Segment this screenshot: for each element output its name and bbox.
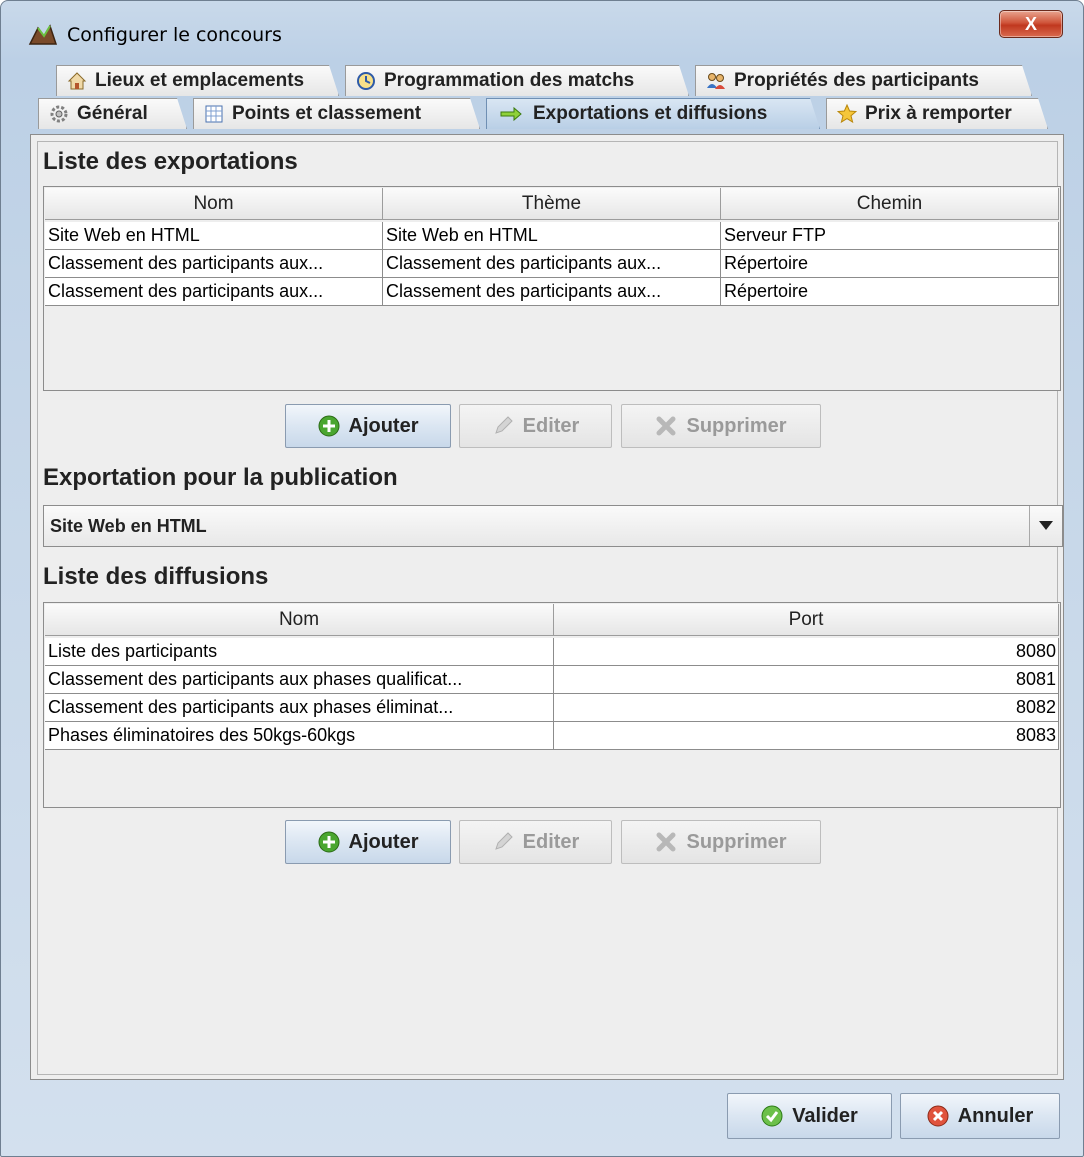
cancel-button[interactable]: Annuler [900,1093,1060,1139]
cell-nom: Classement des participants aux phases q… [45,666,554,694]
tab-label: Points et classement [232,103,422,124]
dropdown-button[interactable] [1029,506,1062,546]
delete-x-icon [656,832,676,852]
diffusions-table: Nom Port Liste des participants 8080 Cla… [43,602,1061,808]
tab-label: Prix à remporter [865,103,1012,124]
exports-delete-button[interactable]: Supprimer [621,404,821,448]
house-icon [67,71,87,91]
button-label: Supprimer [686,414,787,437]
button-label: Editer [522,414,580,437]
publication-select[interactable]: Site Web en HTML [43,505,1063,547]
cell-nom: Liste des participants [45,638,554,666]
tab-proprietes[interactable]: Propriétés des participants [695,65,1032,96]
cell-chemin: Répertoire [721,278,1059,306]
exports-edit-button[interactable]: Editer [459,404,612,448]
publication-title: Exportation pour la publication [43,464,398,491]
button-label: Editer [522,830,580,853]
button-label: Ajouter [348,830,419,853]
arrow-right-icon [497,104,525,124]
tab-prix[interactable]: Prix à remporter [826,98,1048,129]
table-row[interactable]: Site Web en HTML Site Web en HTML Serveu… [45,222,1059,250]
diffusions-delete-button[interactable]: Supprimer [621,820,821,864]
publication-selected-value: Site Web en HTML [50,516,207,536]
exports-title: Liste des exportations [43,148,298,175]
cell-theme: Classement des participants aux... [383,278,721,306]
cell-chemin: Répertoire [721,250,1059,278]
close-icon: X [1024,13,1037,34]
diffusions-edit-button[interactable]: Editer [459,820,612,864]
cell-nom: Classement des participants aux... [45,250,383,278]
table-row[interactable]: Classement des participants aux phases é… [45,694,1059,722]
table-icon [204,104,224,124]
plus-circle-icon [318,415,339,437]
title-bar: Configurer le concours X [1,1,1084,65]
table-row[interactable]: Classement des participants aux... Class… [45,250,1059,278]
exports-table-header: Nom Thème Chemin [45,188,1059,220]
plus-circle-icon [318,831,339,853]
tab-programmation[interactable]: Programmation des matchs [345,65,689,96]
table-row[interactable]: Classement des participants aux... Class… [45,278,1059,306]
column-header-nom[interactable]: Nom [45,188,383,220]
diffusions-title: Liste des diffusions [43,563,269,590]
tab-label: Général [77,103,148,124]
tab-label: Exportations et diffusions [533,103,768,124]
chevron-down-icon [1039,521,1053,530]
delete-x-icon [656,416,676,436]
column-header-theme[interactable]: Thème [383,188,721,220]
diffusions-table-header: Nom Port [45,604,1059,636]
tab-label: Programmation des matchs [384,70,635,91]
cell-nom: Classement des participants aux... [45,278,383,306]
cell-nom: Classement des participants aux phases é… [45,694,554,722]
pencil-icon [494,416,513,434]
tab-label: Propriétés des participants [734,70,979,91]
exports-add-button[interactable]: Ajouter [285,404,451,448]
cell-nom: Site Web en HTML [45,222,383,250]
tab-points[interactable]: Points et classement [193,98,480,129]
check-circle-icon [761,1105,783,1127]
clock-icon [356,71,376,91]
star-icon [837,104,857,124]
button-label: Supprimer [686,830,787,853]
cell-port: 8082 [554,694,1059,722]
table-row[interactable]: Liste des participants 8080 [45,638,1059,666]
tab-exportations[interactable]: Exportations et diffusions [486,98,820,129]
users-icon [706,71,726,91]
column-header-chemin[interactable]: Chemin [721,188,1059,220]
window-title: Configurer le concours [67,24,282,46]
table-row[interactable]: Classement des participants aux phases q… [45,666,1059,694]
cell-theme: Site Web en HTML [383,222,721,250]
column-header-nom[interactable]: Nom [45,604,554,636]
validate-button[interactable]: Valider [727,1093,892,1139]
pencil-icon [494,832,513,850]
button-label: Annuler [957,1104,1034,1127]
cell-port: 8081 [554,666,1059,694]
cell-port: 8083 [554,722,1059,750]
column-header-port[interactable]: Port [554,604,1059,636]
cell-chemin: Serveur FTP [721,222,1059,250]
tab-general[interactable]: Général [38,98,187,129]
tab-lieux[interactable]: Lieux et emplacements [56,65,339,96]
gear-icon [49,104,69,124]
diffusions-add-button[interactable]: Ajouter [285,820,451,864]
button-label: Valider [792,1104,858,1127]
close-button[interactable]: X [999,10,1063,38]
app-logo-icon [28,24,58,45]
cancel-circle-icon [927,1105,949,1127]
exports-table: Nom Thème Chemin Site Web en HTML Site W… [43,186,1061,391]
table-row[interactable]: Phases éliminatoires des 50kgs-60kgs 808… [45,722,1059,750]
cell-port: 8080 [554,638,1059,666]
cell-nom: Phases éliminatoires des 50kgs-60kgs [45,722,554,750]
button-label: Ajouter [348,414,419,437]
tab-label: Lieux et emplacements [95,70,305,91]
cell-theme: Classement des participants aux... [383,250,721,278]
dialog-window: Configurer le concours X Lieux et emplac… [0,0,1084,1157]
